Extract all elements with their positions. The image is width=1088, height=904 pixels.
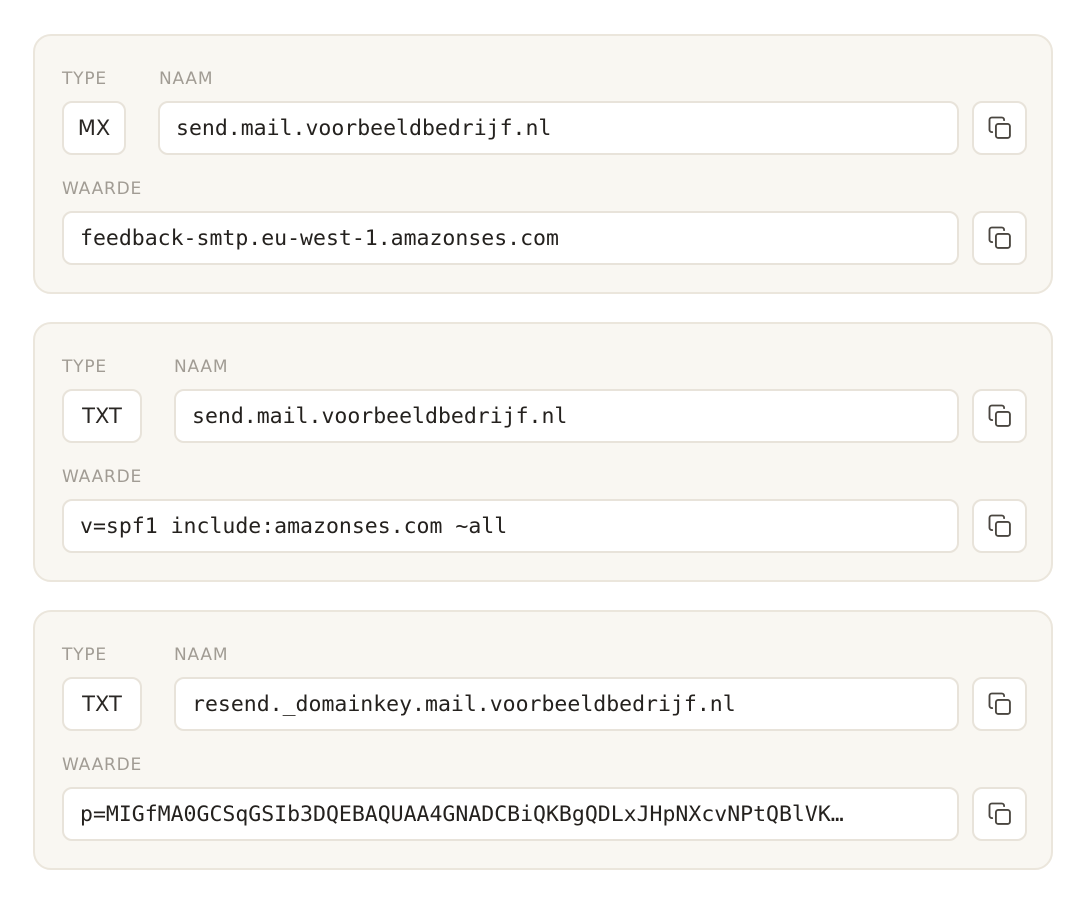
- record-name-value: send.mail.voorbeeldbedrijf.nl: [176, 115, 552, 141]
- name-label: NAAM: [174, 357, 229, 377]
- record-type-field: TXT: [62, 677, 142, 731]
- record-type-field: MX: [62, 101, 126, 155]
- type-label: TYPE: [62, 69, 107, 89]
- record-value-text: p=MIGfMA0GCSqGSIb3DQEBAQUAA4GNADCBiQKBgQ…: [80, 801, 844, 827]
- copy-icon: [988, 802, 1011, 825]
- type-label: TYPE: [62, 357, 107, 377]
- copy-value-button[interactable]: [972, 499, 1027, 553]
- name-label: NAAM: [174, 645, 229, 665]
- record-name-value: resend._domainkey.mail.voorbeeldbedrijf.…: [192, 691, 736, 717]
- copy-icon: [988, 226, 1011, 249]
- record-value-text: v=spf1 include:amazonses.com ~all: [80, 513, 508, 539]
- record-type-value: MX: [77, 116, 111, 140]
- value-label: WAARDE: [62, 467, 143, 487]
- record-value-text: feedback-smtp.eu-west-1.amazonses.com: [80, 225, 559, 251]
- dns-record-card-spf: TYPE NAAM TXT send.mail.voorbeeldbedrijf…: [33, 322, 1053, 582]
- record-name-value: send.mail.voorbeeldbedrijf.nl: [192, 403, 568, 429]
- value-label: WAARDE: [62, 179, 143, 199]
- name-label: NAAM: [159, 69, 214, 89]
- record-type-field: TXT: [62, 389, 142, 443]
- value-label: WAARDE: [62, 755, 143, 775]
- copy-icon: [988, 692, 1011, 715]
- copy-name-button[interactable]: [972, 389, 1027, 443]
- copy-name-button[interactable]: [972, 101, 1027, 155]
- copy-icon: [988, 404, 1011, 427]
- record-value-field[interactable]: feedback-smtp.eu-west-1.amazonses.com: [62, 211, 959, 265]
- record-name-field[interactable]: send.mail.voorbeeldbedrijf.nl: [174, 389, 959, 443]
- copy-icon: [988, 514, 1011, 537]
- type-label: TYPE: [62, 645, 107, 665]
- copy-value-button[interactable]: [972, 211, 1027, 265]
- record-name-field[interactable]: send.mail.voorbeeldbedrijf.nl: [158, 101, 959, 155]
- copy-icon: [988, 116, 1011, 139]
- copy-value-button[interactable]: [972, 787, 1027, 841]
- dns-record-card-dkim: TYPE NAAM TXT resend._domainkey.mail.voo…: [33, 610, 1053, 870]
- record-value-field[interactable]: p=MIGfMA0GCSqGSIb3DQEBAQUAA4GNADCBiQKBgQ…: [62, 787, 959, 841]
- record-type-value: TXT: [82, 404, 122, 428]
- copy-name-button[interactable]: [972, 677, 1027, 731]
- dns-record-card-mx: TYPE NAAM MX send.mail.voorbeeldbedrijf.…: [33, 34, 1053, 294]
- record-type-value: TXT: [82, 692, 122, 716]
- record-name-field[interactable]: resend._domainkey.mail.voorbeeldbedrijf.…: [174, 677, 959, 731]
- record-value-field[interactable]: v=spf1 include:amazonses.com ~all: [62, 499, 959, 553]
